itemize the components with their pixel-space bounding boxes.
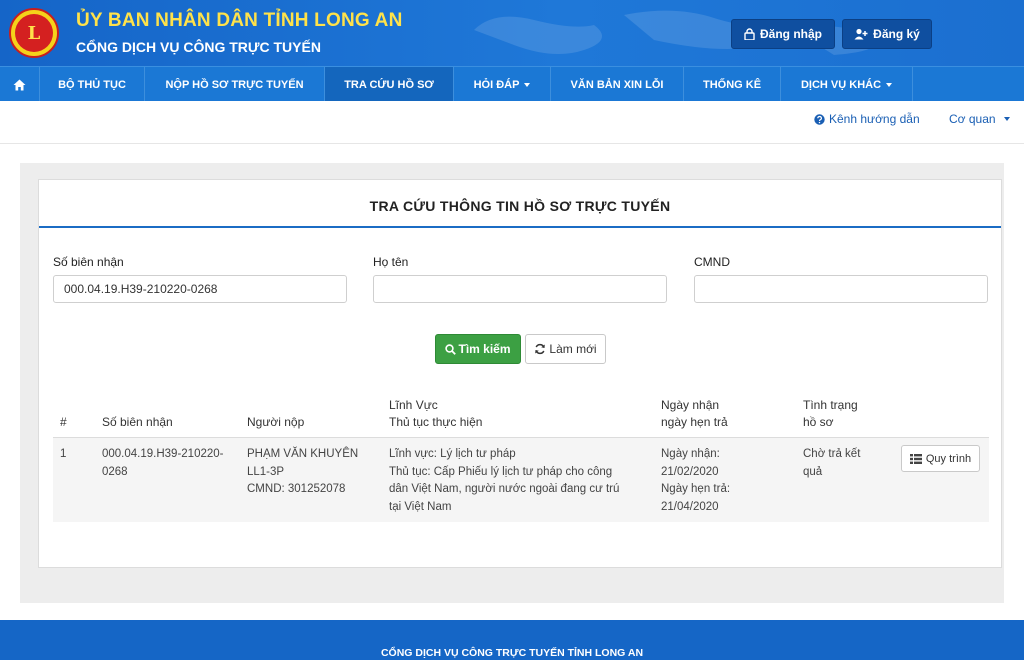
row-submitter-id: CMND: 301252078 <box>247 483 346 495</box>
row-dates: Ngày nhận: 21/02/2020 Ngày hẹn trả: 21/0… <box>661 446 730 516</box>
home-icon <box>13 79 26 90</box>
row-status-line2: quả <box>803 465 823 478</box>
row-receipt-line2: 0268 <box>102 465 128 478</box>
row-field-line3: dân Việt Nam, người nước ngoài đang cư t… <box>389 483 620 495</box>
row-index: 1 <box>60 448 67 460</box>
agency-dropdown[interactable]: Cơ quan <box>949 112 1010 126</box>
lookup-panel: TRA CỨU THÔNG TIN HỒ SƠ TRỰC TUYẾN Số bi… <box>38 179 1002 568</box>
row-status-line1: Chờ trả kết <box>803 448 861 460</box>
panel-title: TRA CỨU THÔNG TIN HỒ SƠ TRỰC TUYẾN <box>369 198 671 214</box>
row-status: Chờ trả kết quả <box>803 446 860 481</box>
col-header-status-line1: Tình trạng <box>803 398 858 412</box>
col-header-status-line2: hồ sơ <box>803 415 834 429</box>
nav-online-submit[interactable]: NỘP HỒ SƠ TRỰC TUYẾN <box>145 67 325 102</box>
col-header-status: Tình trạng hồ sơ <box>803 397 858 431</box>
reset-button[interactable]: Làm mới <box>525 334 606 364</box>
col-header-field-line1: Lĩnh Vực <box>389 398 438 412</box>
receipt-input-value: 000.04.19.H39-210220-0268 <box>64 282 218 296</box>
search-button[interactable]: Tìm kiếm <box>435 334 521 364</box>
login-button[interactable]: Đăng nhập <box>731 19 835 49</box>
workflow-label: Quy trình <box>925 452 972 465</box>
nav-faq[interactable]: HỎI ĐÁP <box>454 67 551 102</box>
receipt-input[interactable]: 000.04.19.H39-210220-0268 <box>53 275 347 303</box>
row-field-line2: Thủ tục: Cấp Phiếu lý lịch tư pháp cho c… <box>389 465 613 478</box>
agency-label: Cơ quan <box>949 112 996 126</box>
row-receipt: 000.04.19.H39-210220- 0268 <box>102 446 224 481</box>
nav-lookup[interactable]: TRA CỨU HỒ SƠ <box>325 67 454 102</box>
row-field: Lĩnh vực: Lý lịch tư pháp Thủ tục: Cấp P… <box>389 446 619 516</box>
site-footer: CỔNG DỊCH VỤ CÔNG TRỰC TUYẾN TỈNH LONG A… <box>0 620 1024 660</box>
site-subtitle: CỔNG DỊCH VỤ CÔNG TRỰC TUYẾN <box>76 39 321 55</box>
guide-label: Kênh hướng dẫn <box>829 112 920 126</box>
guide-link[interactable]: Kênh hướng dẫn <box>814 112 920 126</box>
sub-toolbar: Kênh hướng dẫn Cơ quan <box>0 101 1024 144</box>
id-input[interactable] <box>694 275 988 303</box>
nav-statistics[interactable]: THỐNG KÊ <box>684 67 781 102</box>
row-due-date: 21/04/2020 <box>661 500 719 513</box>
col-header-submitter: Người nộp <box>247 415 305 429</box>
col-header-field: Lĩnh Vực Thủ tục thực hiện <box>389 397 482 431</box>
lock-icon <box>744 28 755 40</box>
name-label: Họ tên <box>373 255 409 269</box>
id-label: CMND <box>694 255 730 269</box>
row-submitter: PHẠM VĂN KHUYÊN LL1-3P CMND: 301252078 <box>247 446 358 499</box>
chevron-down-icon <box>524 82 531 87</box>
refresh-icon <box>535 343 546 355</box>
receipt-label: Số biên nhận <box>53 255 124 269</box>
search-icon <box>445 343 457 355</box>
row-field-line1: Lĩnh vực: Lý lịch tư pháp <box>389 448 516 460</box>
main-nav: BỘ THỦ TỤC NỘP HỒ SƠ TRỰC TUYẾN TRA CỨU … <box>0 66 1024 102</box>
row-submitter-name: PHẠM VĂN KHUYÊN <box>247 448 359 460</box>
col-header-index: # <box>60 415 67 429</box>
reset-label: Làm mới <box>549 342 597 356</box>
chevron-down-icon <box>886 82 893 87</box>
chevron-down-icon <box>1003 117 1010 121</box>
logo-letter: L <box>27 22 41 44</box>
col-header-field-line2: Thủ tục thực hiện <box>389 415 483 429</box>
panel-divider <box>39 226 1001 228</box>
col-header-dates-line2: ngày hẹn trả <box>661 415 728 429</box>
question-circle-icon <box>814 113 825 125</box>
row-received-date: 21/02/2020 <box>661 465 719 478</box>
user-plus-icon <box>854 28 868 40</box>
nav-home[interactable] <box>0 67 40 102</box>
register-label: Đăng ký <box>873 27 920 41</box>
row-field-line4: tại Việt Nam <box>389 500 452 513</box>
list-icon <box>909 453 922 464</box>
row-receipt-line1: 000.04.19.H39-210220- <box>102 448 224 460</box>
site-header: L ỦY BAN NHÂN DÂN TỈNH LONG AN CỔNG DỊCH… <box>0 0 1024 66</box>
row-received-label: Ngày nhận: <box>661 448 720 460</box>
workflow-button[interactable]: Quy trình <box>901 445 980 472</box>
province-logo[interactable]: L <box>9 8 59 58</box>
col-header-receipt: Số biên nhận <box>102 415 173 429</box>
search-label: Tìm kiếm <box>458 342 511 356</box>
col-header-dates-line1: Ngày nhận <box>661 398 720 412</box>
nav-other-services[interactable]: DỊCH VỤ KHÁC <box>781 67 913 102</box>
row-due-label: Ngày hẹn trả: <box>661 483 731 495</box>
login-label: Đăng nhập <box>760 27 822 41</box>
name-input[interactable] <box>373 275 667 303</box>
col-header-dates: Ngày nhận ngày hẹn trả <box>661 397 728 431</box>
nav-procedures[interactable]: BỘ THỦ TỤC <box>40 67 145 102</box>
nav-apology-docs[interactable]: VĂN BẢN XIN LỖI <box>551 67 684 102</box>
register-button[interactable]: Đăng ký <box>842 19 932 49</box>
logo-emblem: L <box>15 14 53 52</box>
site-title[interactable]: ỦY BAN NHÂN DÂN TỈNH LONG AN <box>76 10 403 32</box>
row-submitter-code: LL1-3P <box>247 465 285 478</box>
footer-text: CỔNG DỊCH VỤ CÔNG TRỰC TUYẾN TỈNH LONG A… <box>380 647 644 659</box>
